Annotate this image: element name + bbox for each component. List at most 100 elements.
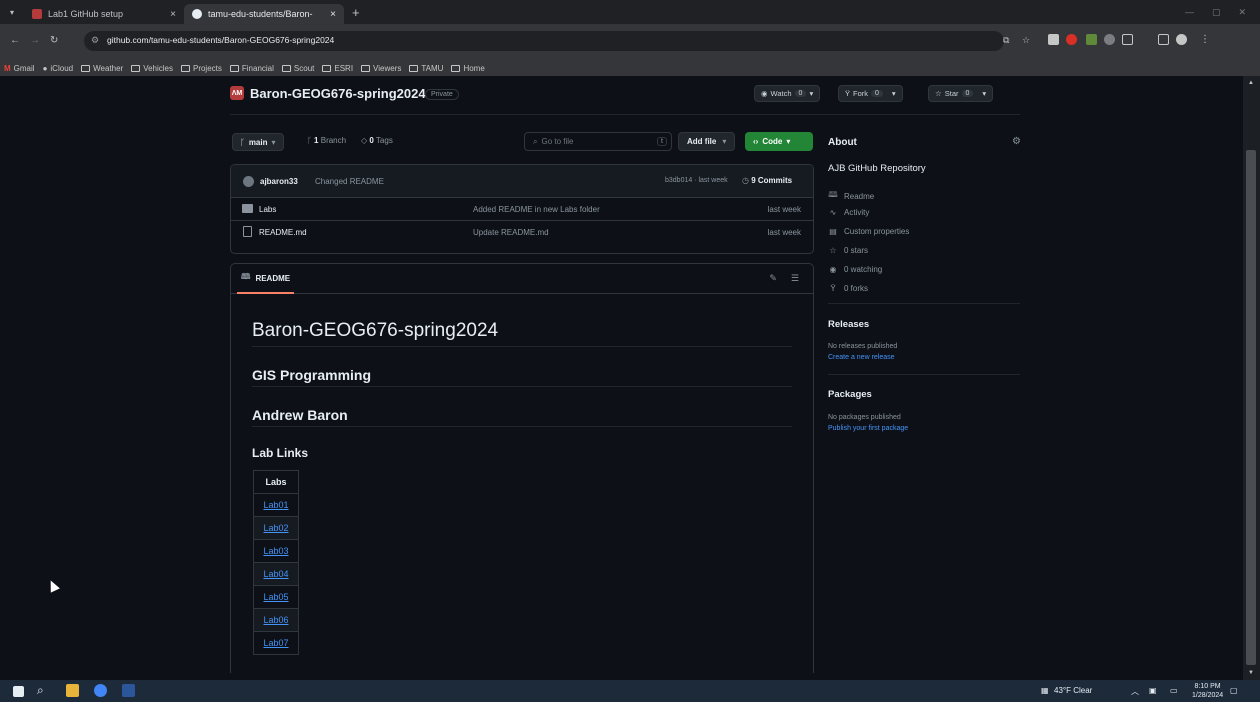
back-arrow-icon[interactable]: ← [10,35,20,46]
gear-icon[interactable]: ⚙ [1012,136,1021,147]
side-panel-icon[interactable] [1158,34,1169,45]
windows-start-icon[interactable] [13,686,24,697]
about-custom-properties-link[interactable]: ▤ Custom properties [828,227,909,236]
forward-arrow-icon[interactable]: → [30,35,40,46]
system-clock[interactable]: 8:10 PM 1/28/2024 [1192,682,1223,700]
folder-icon [451,64,461,72]
network-icon[interactable]: ▭ [1170,686,1178,695]
file-commit-message[interactable]: Update README.md [473,228,549,237]
about-forks-link[interactable]: Ÿ0 forks [828,284,868,293]
scroll-down-icon[interactable]: ▼ [1248,670,1254,676]
reload-icon[interactable]: ↻ [50,35,58,46]
extension-icon[interactable] [1066,34,1077,45]
code-button[interactable]: ‹› Code ▾ [745,132,813,151]
tab-search-chevron-icon[interactable]: ▾ [0,0,24,24]
star-button[interactable]: ☆ Star 0 ▾ [928,85,994,102]
commits-link[interactable]: ◷ 9 Commits [742,176,792,185]
branch-selector[interactable]: ᚴ main ▾ [232,133,284,151]
packages-heading[interactable]: Packages [828,389,872,400]
lab-link[interactable]: Lab01 [263,500,288,510]
fork-button[interactable]: Ÿ Fork 0 ▾ [838,85,903,102]
lab-link[interactable]: Lab02 [263,523,288,533]
window-close-icon[interactable]: ✕ [1238,7,1246,18]
about-readme-link[interactable]: 🕮 Readme [828,189,874,203]
profile-avatar-icon[interactable] [1176,34,1187,45]
url-text[interactable]: github.com/tamu-edu-students/Baron-GEOG6… [107,35,334,45]
about-activity-link[interactable]: ∿ Activity [828,208,870,217]
about-watching-link[interactable]: ◉ 0 watching [828,265,883,274]
scrollbar-thumb[interactable] [1246,150,1256,665]
repo-owner-avatar[interactable]: ΛM [230,86,244,100]
readme-panel: 🕮 README ✎ ☰ Baron-GEOG676-spring2024 GI… [230,263,814,673]
create-release-link[interactable]: Create a new release [828,354,895,361]
add-file-button[interactable]: Add file ▾ [678,132,736,151]
go-to-file-input[interactable]: ⌕ Go to file t [524,132,672,151]
chrome-icon[interactable] [94,684,107,697]
tray-app-icon[interactable]: ▣ [1149,686,1157,695]
star-icon: ☆ [829,246,837,255]
tags-link[interactable]: ◇ 0 Tags [361,136,393,145]
bookmark-star-icon[interactable]: ☆ [1022,35,1030,46]
lab-link[interactable]: Lab06 [263,615,288,625]
pencil-icon[interactable]: ✎ [769,273,777,284]
lab-link[interactable]: Lab04 [263,569,288,579]
bookmark-folder-viewers[interactable]: Viewers [361,64,401,73]
bookmark-icloud[interactable]: ● iCloud [43,64,74,73]
maximize-icon[interactable]: ▢ [1212,7,1221,18]
search-icon[interactable]: ⌕ [37,683,44,698]
tab-close-icon[interactable]: × [330,9,336,20]
extension-icon[interactable] [1104,34,1115,45]
browser-tab-lab1[interactable]: Lab1 GitHub setup × [24,4,184,24]
bookmark-folder-tamu[interactable]: TAMU [409,64,443,73]
extension-icon[interactable] [1048,34,1059,45]
releases-heading[interactable]: Releases [828,319,869,330]
site-info-icon[interactable]: ⚙ [91,35,99,46]
commit-author[interactable]: ajbaron33 [260,177,298,186]
header-divider [230,114,1020,115]
file-commit-message[interactable]: Added README in new Labs folder [473,205,600,214]
lab-link[interactable]: Lab07 [263,638,288,648]
bookmark-folder-financial[interactable]: Financial [229,64,274,73]
tab-readme[interactable]: 🕮 README [237,264,295,294]
about-stars-link[interactable]: ☆ 0 stars [828,246,868,255]
watch-button[interactable]: ◉ Watch 0 ▾ [754,85,821,102]
branches-link[interactable]: ᚴ 1 Branch [307,136,346,145]
chevron-up-icon[interactable]: ︿ [1131,686,1139,697]
bookmark-folder-projects[interactable]: Projects [180,64,222,73]
bookmark-gmail[interactable]: M Gmail [4,64,35,73]
lab-link[interactable]: Lab05 [263,592,288,602]
table-row[interactable]: Labs Added README in new Labs folder las… [231,198,813,221]
browser-menu-icon[interactable]: ⋮ [1200,34,1210,45]
repo-title[interactable]: Baron-GEOG676-spring2024 [250,86,426,101]
file-name[interactable]: Labs [259,205,276,214]
scroll-up-icon[interactable]: ▲ [1248,80,1254,86]
bookmark-folder-scout[interactable]: Scout [281,64,314,73]
file-name[interactable]: README.md [259,228,307,237]
extension-icon[interactable] [1086,34,1097,45]
notification-icon[interactable]: ▢ [1230,686,1238,695]
bookmark-folder-weather[interactable]: Weather [81,64,123,73]
browser-tab-github[interactable]: tamu-edu-students/Baron- × [184,4,344,24]
word-icon[interactable] [122,684,135,697]
lab-link[interactable]: Lab03 [263,546,288,556]
weather-text[interactable]: 43°F Clear [1054,686,1092,695]
publish-package-link[interactable]: Publish your first package [828,425,908,432]
new-tab-button[interactable]: + [352,5,360,20]
commit-message[interactable]: Changed README [315,177,384,186]
table-row[interactable]: README.md Update README.md last week [231,221,813,244]
bookmark-folder-vehicles[interactable]: Vehicles [131,64,173,73]
bookmark-folder-home[interactable]: Home [451,64,485,73]
releases-note: No releases published [828,343,898,350]
bookmark-folder-esri[interactable]: ESRI [322,64,353,73]
commit-hash[interactable]: b3db014 · last week [665,177,728,184]
watch-count: 0 [794,90,807,97]
weather-icon[interactable]: ▦ [1041,686,1049,695]
file-explorer-icon[interactable] [66,684,79,697]
tab-close-icon[interactable]: × [170,9,176,20]
avatar[interactable] [243,176,254,187]
minimize-icon[interactable]: — [1185,7,1194,18]
install-app-icon[interactable]: ⧉ [1003,35,1009,46]
extensions-puzzle-icon[interactable] [1122,34,1133,45]
tab-label: Lab1 GitHub setup [48,9,124,19]
outline-list-icon[interactable]: ☰ [791,273,799,284]
